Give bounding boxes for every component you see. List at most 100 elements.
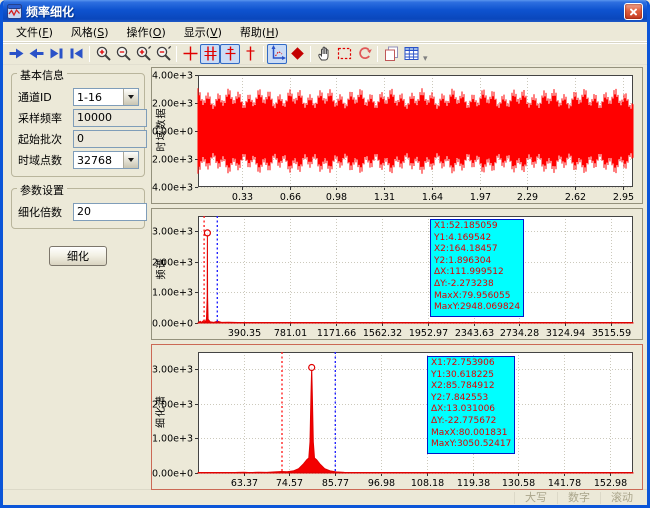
menu-operate[interactable]: 操作(O) bbox=[118, 22, 175, 42]
svg-text:3.00e+3: 3.00e+3 bbox=[152, 365, 193, 376]
scroll-indicator: 滚动 bbox=[600, 492, 643, 504]
readout-line: Y1:30.618225 bbox=[431, 370, 511, 382]
menu-display[interactable]: 显示(V) bbox=[175, 22, 231, 42]
toolbar-separator bbox=[263, 46, 264, 62]
svg-text:1.31: 1.31 bbox=[374, 192, 395, 203]
status-bar: 大写 数字 滚动 bbox=[3, 489, 647, 505]
skip-end-icon[interactable] bbox=[46, 44, 66, 64]
readout-line: X2:85.784912 bbox=[431, 381, 511, 393]
spectrum-plot[interactable]: 390.35781.011171.661562.321952.972343.63… bbox=[152, 209, 642, 339]
menu-file[interactable]: 文件(F) bbox=[7, 22, 62, 42]
back-arrow-icon[interactable] bbox=[26, 44, 46, 64]
svg-text:-2.00e+3: -2.00e+3 bbox=[152, 155, 193, 166]
refine-button[interactable]: 细化 bbox=[49, 246, 107, 266]
readout-line: MaxY:2948.069824 bbox=[434, 302, 520, 314]
forward-arrow-icon[interactable] bbox=[6, 44, 26, 64]
readout-line: ΔX:111.999512 bbox=[434, 267, 520, 279]
dropdown-arrow-icon[interactable] bbox=[123, 152, 138, 168]
svg-text:108.18: 108.18 bbox=[411, 478, 444, 489]
svg-text:2.00e+3: 2.00e+3 bbox=[152, 99, 193, 110]
toolbar-overflow-icon[interactable]: ▾ bbox=[423, 54, 428, 64]
svg-text:130.58: 130.58 bbox=[502, 478, 535, 489]
svg-text:2.95: 2.95 bbox=[613, 192, 634, 203]
svg-text:4.00e+3: 4.00e+3 bbox=[152, 71, 193, 82]
zoom-rect-icon[interactable] bbox=[334, 44, 354, 64]
double-cursor-icon[interactable] bbox=[200, 44, 220, 64]
basic-info-title: 基本信息 bbox=[17, 67, 67, 83]
zoom-spectrum-cursor-readout: X1:72.753906Y1:30.618225X2:85.784912Y2:7… bbox=[427, 356, 515, 454]
readout-line: ΔY:-2.273238 bbox=[434, 279, 520, 291]
diamond-marker-icon[interactable] bbox=[287, 44, 307, 64]
sample-rate-field[interactable] bbox=[73, 109, 147, 127]
spectrum-chart[interactable]: 频谱 390.35781.011171.661562.321952.972343… bbox=[151, 208, 643, 340]
readout-line: X2:164.18457 bbox=[434, 244, 520, 256]
svg-text:2.62: 2.62 bbox=[565, 192, 586, 203]
single-cursor-icon[interactable] bbox=[220, 44, 240, 64]
toolbar: ▾ bbox=[3, 42, 647, 65]
axes-tool-icon[interactable] bbox=[267, 44, 287, 64]
toolbar-separator bbox=[310, 46, 311, 62]
svg-text:-4.00e+3: -4.00e+3 bbox=[152, 183, 193, 194]
menu-help[interactable]: 帮助(H) bbox=[231, 22, 288, 42]
close-button[interactable] bbox=[624, 3, 643, 20]
sidebar: 基本信息 通道ID 1-16 采样频率 起始批次 时域点 bbox=[3, 65, 149, 489]
zoom-x-reset-icon[interactable] bbox=[133, 44, 153, 64]
zoom-out-icon[interactable] bbox=[113, 44, 133, 64]
start-batch-row: 起始批次 bbox=[18, 129, 139, 148]
params-title: 参数设置 bbox=[17, 182, 67, 198]
zoom-spectrum-plot[interactable]: 63.3774.5785.7796.98108.18119.38130.5814… bbox=[152, 345, 642, 489]
readout-line: MaxX:80.001831 bbox=[431, 428, 511, 440]
menu-style[interactable]: 风格(S) bbox=[62, 22, 118, 42]
params-group: 参数设置 细化倍数 bbox=[11, 188, 145, 229]
channel-label: 通道ID bbox=[18, 89, 73, 105]
points-select[interactable]: 32768 bbox=[73, 151, 139, 169]
svg-text:390.35: 390.35 bbox=[228, 328, 261, 339]
main-area: 基本信息 通道ID 1-16 采样频率 起始批次 时域点 bbox=[3, 65, 647, 489]
factor-field[interactable] bbox=[73, 203, 147, 221]
points-row: 时域点数 32768 bbox=[18, 150, 139, 169]
factor-label: 细化倍数 bbox=[18, 204, 73, 220]
points-select-value: 32768 bbox=[74, 152, 123, 168]
svg-text:0.66: 0.66 bbox=[280, 192, 301, 203]
start-batch-field[interactable] bbox=[73, 130, 147, 148]
readout-line: Y2:1.896304 bbox=[434, 256, 520, 268]
rotate-tool-icon[interactable] bbox=[354, 44, 374, 64]
channel-select[interactable]: 1-16 bbox=[73, 88, 139, 106]
svg-text:74.57: 74.57 bbox=[276, 478, 303, 489]
zoom-spectrum-chart[interactable]: 细化谱 63.3774.5785.7796.98108.18119.38130.… bbox=[151, 344, 643, 490]
spectrum-cursor-readout: X1:52.185059Y1:4.169542X2:164.18457Y2:1.… bbox=[430, 219, 524, 317]
pan-hand-icon[interactable] bbox=[314, 44, 334, 64]
peak-cursor-icon[interactable] bbox=[240, 44, 260, 64]
zoom-in-icon[interactable] bbox=[93, 44, 113, 64]
svg-text:2.00e+3: 2.00e+3 bbox=[152, 258, 193, 269]
readout-line: MaxY:3050.52417 bbox=[431, 439, 511, 451]
time-domain-chart[interactable]: 时域数据 0.330.660.981.311.641.972.292.622.9… bbox=[151, 67, 643, 204]
svg-text:0.00e+0: 0.00e+0 bbox=[152, 319, 193, 330]
app-window: 频率细化 文件(F)风格(S)操作(O)显示(V)帮助(H) ▾ 基本信息 通道… bbox=[0, 0, 650, 508]
dropdown-arrow-icon[interactable] bbox=[123, 89, 138, 105]
readout-line: ΔY:-22.775672 bbox=[431, 416, 511, 428]
svg-text:2734.28: 2734.28 bbox=[500, 328, 539, 339]
readout-line: Y2:7.842553 bbox=[431, 393, 511, 405]
start-batch-label: 起始批次 bbox=[18, 131, 73, 147]
svg-text:2.29: 2.29 bbox=[517, 192, 538, 203]
svg-text:1.64: 1.64 bbox=[422, 192, 443, 203]
svg-text:119.38: 119.38 bbox=[457, 478, 490, 489]
svg-text:1171.66: 1171.66 bbox=[317, 328, 356, 339]
sample-rate-label: 采样频率 bbox=[18, 110, 73, 126]
svg-text:781.01: 781.01 bbox=[274, 328, 307, 339]
svg-text:2343.63: 2343.63 bbox=[455, 328, 494, 339]
toolbar-separator bbox=[377, 46, 378, 62]
menu-bar: 文件(F)风格(S)操作(O)显示(V)帮助(H) bbox=[3, 22, 647, 42]
zoom-y-reset-icon[interactable] bbox=[153, 44, 173, 64]
readout-line: ΔX:13.031006 bbox=[431, 404, 511, 416]
factor-row: 细化倍数 bbox=[18, 202, 139, 221]
copy-icon[interactable] bbox=[381, 44, 401, 64]
title-bar[interactable]: 频率细化 bbox=[3, 0, 647, 22]
time-domain-plot[interactable]: 0.330.660.981.311.641.972.292.622.954.00… bbox=[152, 68, 642, 203]
skip-start-icon[interactable] bbox=[66, 44, 86, 64]
svg-text:152.98: 152.98 bbox=[594, 478, 627, 489]
svg-text:3515.59: 3515.59 bbox=[592, 328, 631, 339]
data-table-icon[interactable] bbox=[401, 44, 421, 64]
crosshair-icon[interactable] bbox=[180, 44, 200, 64]
